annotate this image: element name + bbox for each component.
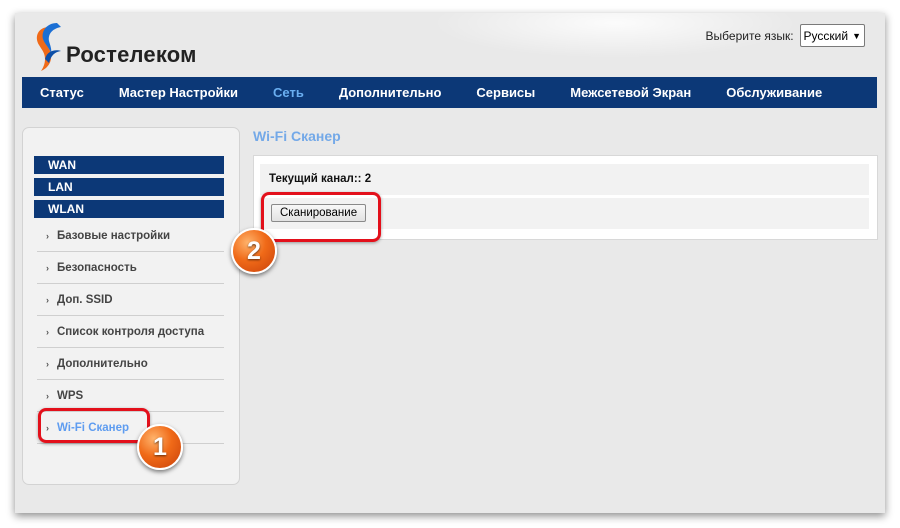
sidebar-item-label: Доп. SSID	[57, 293, 113, 306]
sidebar-item-label: WPS	[57, 389, 84, 402]
sidebar-item-basic-settings[interactable]: › Базовые настройки	[37, 220, 224, 252]
nav-maintenance[interactable]: Обслуживание	[726, 85, 822, 100]
step-badge-2: 2	[231, 228, 277, 274]
bullet-icon: ›	[46, 262, 49, 273]
nav-advanced[interactable]: Дополнительно	[339, 85, 442, 100]
language-label: Выберите язык:	[705, 28, 794, 43]
sidebar-item-label: Список контроля доступа	[57, 325, 205, 338]
bullet-icon: ›	[46, 294, 49, 305]
channel-row: Текущий канал:: 2	[260, 164, 869, 195]
router-window: Ростелеком Выберите язык: Русский ▼ Стат…	[15, 13, 885, 513]
logo-text: Ростелеком	[66, 42, 197, 67]
sidebar-item-label: Дополнительно	[57, 357, 148, 370]
sidebar-item-label: Базовые настройки	[57, 229, 171, 242]
bullet-icon: ›	[46, 390, 49, 401]
language-selector: Выберите язык: Русский ▼	[706, 24, 865, 47]
sidebar-item-advanced[interactable]: › Дополнительно	[37, 348, 224, 380]
sidebar-item-security[interactable]: › Безопасность	[37, 252, 224, 284]
nav-firewall[interactable]: Межсетевой Экран	[570, 85, 691, 100]
page-title: Wi-Fi Сканер	[253, 128, 341, 144]
bullet-icon: ›	[46, 358, 49, 369]
bullet-icon: ›	[46, 230, 49, 241]
nav-services[interactable]: Сервисы	[476, 85, 535, 100]
rostelecom-logo-icon	[36, 23, 61, 71]
language-value: Русский	[803, 28, 849, 43]
bullet-icon: ›	[46, 326, 49, 337]
nav-network[interactable]: Сеть	[273, 85, 304, 100]
sidebar-section-wan[interactable]: WAN	[34, 156, 224, 174]
nav-status[interactable]: Статус	[40, 85, 84, 100]
current-channel-text: Текущий канал:: 2	[269, 173, 372, 185]
sidebar-item-label: Безопасность	[57, 261, 137, 274]
nav-setup-wizard[interactable]: Мастер Настройки	[119, 85, 238, 100]
sidebar-item-extra-ssid[interactable]: › Доп. SSID	[37, 284, 224, 316]
language-select[interactable]: Русский ▼	[799, 24, 865, 47]
sidebar-section-wlan[interactable]: WLAN	[34, 200, 224, 218]
sidebar-section-lan[interactable]: LAN	[34, 178, 224, 196]
top-nav: Статус Мастер Настройки Сеть Дополнитель…	[22, 77, 877, 108]
highlight-wifi-scanner	[38, 408, 150, 443]
chevron-down-icon: ▼	[852, 30, 861, 41]
sidebar-item-access-control[interactable]: › Список контроля доступа	[37, 316, 224, 348]
step-badge-1: 1	[137, 424, 183, 470]
highlight-scan-button	[261, 192, 381, 242]
